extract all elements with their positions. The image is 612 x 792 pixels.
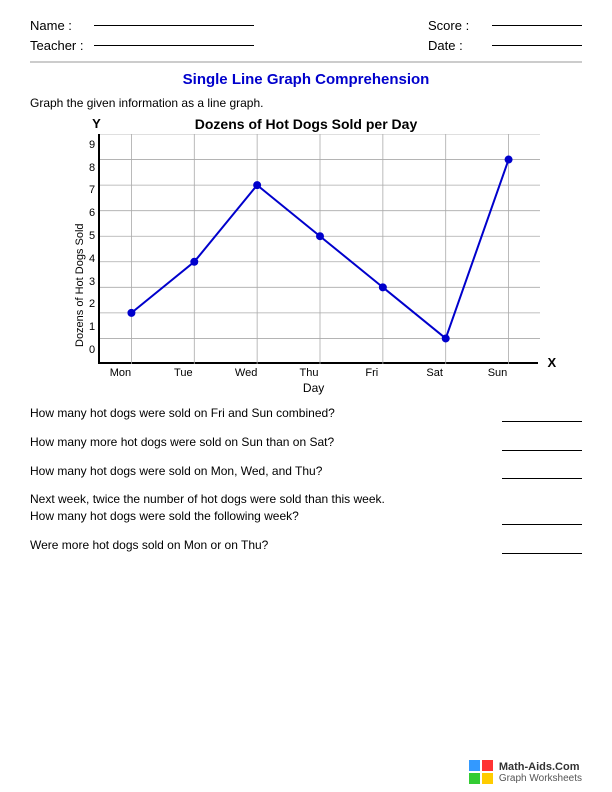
question-text-3: How many hot dogs were sold on Mon, Wed,… <box>30 463 492 480</box>
y-tick-8: 8 <box>89 157 95 180</box>
question-row-1: How many hot dogs were sold on Fri and S… <box>30 405 582 422</box>
chart-area: Y X <box>98 134 538 364</box>
chart-svg <box>100 134 540 364</box>
data-point-wed <box>253 181 261 189</box>
question-row-3: How many hot dogs were sold on Mon, Wed,… <box>30 463 582 480</box>
y-tick-7: 7 <box>89 180 95 203</box>
x-tick-thu: Thu <box>279 367 339 379</box>
y-axis-label: Dozens of Hot Dogs Sold <box>74 175 87 395</box>
data-point-fri <box>379 283 387 291</box>
question-block-5: Were more hot dogs sold on Mon or on Thu… <box>30 537 582 554</box>
instruction-text: Graph the given information as a line gr… <box>30 96 582 110</box>
question-block-4: Next week, twice the number of hot dogs … <box>30 491 582 525</box>
footer-subtitle: Graph Worksheets <box>499 773 582 784</box>
page: Name : Teacher : Score : Date : Single L… <box>0 0 612 792</box>
y-letter: Y <box>92 116 101 131</box>
score-row: Score : <box>428 18 582 33</box>
y-tick-3: 3 <box>89 271 95 294</box>
x-tick-tue: Tue <box>153 367 213 379</box>
page-title: Single Line Graph Comprehension <box>30 71 582 88</box>
question-text-5: Were more hot dogs sold on Mon or on Thu… <box>30 537 492 554</box>
question-row-4: Next week, twice the number of hot dogs … <box>30 491 582 525</box>
header-divider <box>30 61 582 63</box>
y-tick-1: 1 <box>89 316 95 339</box>
name-row: Name : <box>30 18 254 33</box>
footer-site: Math-Aids.Com <box>499 761 582 773</box>
answer-line-2[interactable] <box>502 450 582 451</box>
question-text-2: How many more hot dogs were sold on Sun … <box>30 434 492 451</box>
answer-line-4[interactable] <box>502 524 582 525</box>
data-point-sun <box>505 156 513 164</box>
date-label: Date : <box>428 38 488 53</box>
question-block-1: How many hot dogs were sold on Fri and S… <box>30 405 582 422</box>
questions-section: How many hot dogs were sold on Fri and S… <box>30 405 582 554</box>
name-label: Name : <box>30 18 90 33</box>
y-tick-0: 0 <box>89 339 95 362</box>
x-tick-fri: Fri <box>342 367 402 379</box>
teacher-label: Teacher : <box>30 38 90 53</box>
y-tick-5: 5 <box>89 225 95 248</box>
x-tick-sun: Sun <box>468 367 528 379</box>
data-point-tue <box>190 258 198 266</box>
graph-section: Dozens of Hot Dogs Sold per Day Dozens o… <box>30 116 582 395</box>
left-fields: Name : Teacher : <box>30 18 254 53</box>
header-section: Name : Teacher : Score : Date : <box>30 18 582 53</box>
data-point-sat <box>442 334 450 342</box>
question-row-2: How many more hot dogs were sold on Sun … <box>30 434 582 451</box>
x-axis-labels: MonTueWedThuFriSatSun <box>89 367 529 379</box>
footer-icon <box>469 760 493 784</box>
date-row: Date : <box>428 38 582 53</box>
right-fields: Score : Date : <box>428 18 582 53</box>
graph-with-axes: 0123456789 Y X MonTueWedThuFriSatSun <box>89 134 538 395</box>
question-row-5: Were more hot dogs sold on Mon or on Thu… <box>30 537 582 554</box>
teacher-row: Teacher : <box>30 38 254 53</box>
score-field[interactable] <box>492 25 582 26</box>
teacher-field[interactable] <box>94 45 254 46</box>
footer: Math-Aids.Com Graph Worksheets <box>469 760 582 784</box>
y-tick-9: 9 <box>89 134 95 157</box>
question-text-4: Next week, twice the number of hot dogs … <box>30 491 492 525</box>
footer-text: Math-Aids.Com Graph Worksheets <box>499 761 582 784</box>
y-tick-6: 6 <box>89 202 95 225</box>
x-tick-wed: Wed <box>216 367 276 379</box>
x-tick-sat: Sat <box>405 367 465 379</box>
x-letter: X <box>547 355 556 370</box>
question-text-1: How many hot dogs were sold on Fri and S… <box>30 405 492 422</box>
answer-line-5[interactable] <box>502 553 582 554</box>
y-axis-labels: 0123456789 <box>89 134 95 364</box>
question-block-3: How many hot dogs were sold on Mon, Wed,… <box>30 463 582 480</box>
data-point-mon <box>128 309 136 317</box>
graph-title: Dozens of Hot Dogs Sold per Day <box>195 116 417 132</box>
answer-line-3[interactable] <box>502 478 582 479</box>
graph-area: Dozens of Hot Dogs Sold 0123456789 Y X <box>74 134 538 395</box>
x-tick-mon: Mon <box>90 367 150 379</box>
y-tick-4: 4 <box>89 248 95 271</box>
answer-line-1[interactable] <box>502 421 582 422</box>
name-field[interactable] <box>94 25 254 26</box>
y-tick-2: 2 <box>89 294 95 317</box>
date-field[interactable] <box>492 45 582 46</box>
score-label: Score : <box>428 18 488 33</box>
chart-wrapper: 0123456789 Y X <box>89 134 538 364</box>
data-point-thu <box>316 232 324 240</box>
question-block-2: How many more hot dogs were sold on Sun … <box>30 434 582 451</box>
x-axis-label: Day <box>89 381 538 395</box>
